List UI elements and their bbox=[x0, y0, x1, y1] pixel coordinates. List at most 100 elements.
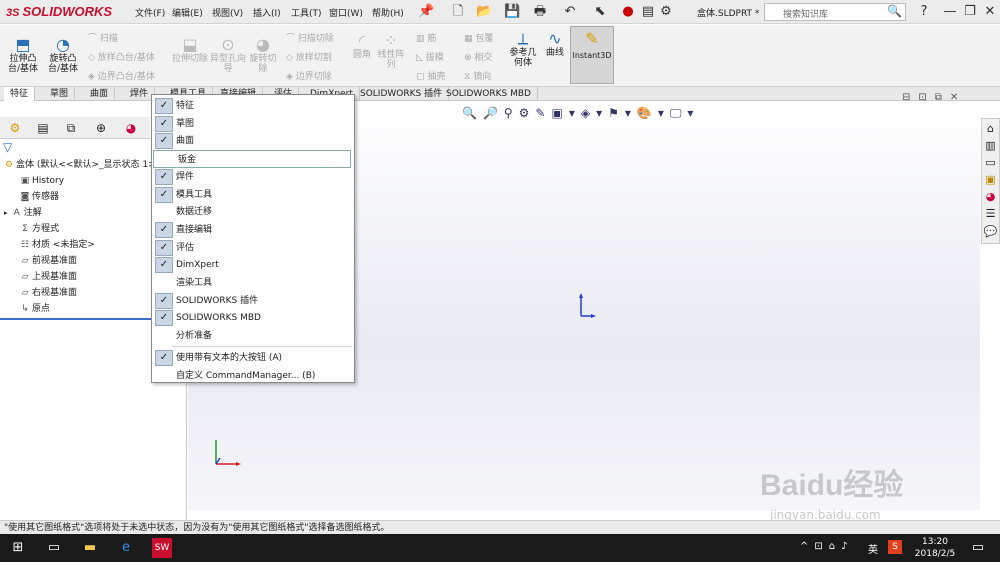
tree-item-sensors[interactable]: ◙ 传感器 bbox=[18, 189, 59, 205]
tab-features[interactable]: 特征 bbox=[4, 87, 36, 101]
menu-item-weldments[interactable]: ✓ 焊件 bbox=[152, 168, 354, 186]
dimxpert-manager-icon[interactable]: ⊕ bbox=[92, 119, 110, 137]
sweep-button[interactable]: ⌒ 扫描 bbox=[88, 31, 118, 44]
solidworks-logo[interactable]: 3S SOLIDWORKS bbox=[6, 4, 112, 19]
tree-item-origin[interactable]: ↳ 原点 bbox=[18, 301, 50, 317]
mirror-button[interactable]: ⧖ 镜向 bbox=[464, 69, 491, 82]
open-folder-icon[interactable]: 📂 bbox=[476, 4, 492, 20]
menu-help[interactable]: 帮助(H) bbox=[372, 6, 404, 19]
instant3d-button[interactable]: ✎ Instant3D bbox=[570, 26, 614, 84]
extrude-boss-button[interactable]: ⬒ 拉伸凸台/基体 bbox=[4, 36, 42, 75]
menu-item-evaluate[interactable]: ✓ 评估 bbox=[152, 239, 354, 257]
menu-item-customize-commandmanager[interactable]: 自定义 CommandManager... (B) bbox=[152, 367, 354, 385]
menu-item-render-tools[interactable]: 渲染工具 bbox=[152, 274, 354, 292]
select-cursor-icon[interactable]: ⬉ bbox=[592, 4, 608, 20]
fillet-button[interactable]: ◜ 圆角 bbox=[348, 32, 376, 61]
tab-sketch[interactable]: 草图 bbox=[44, 87, 76, 101]
menu-file[interactable]: 文件(F) bbox=[135, 6, 165, 19]
configuration-manager-icon[interactable]: ⧉ bbox=[62, 119, 80, 137]
boundary-button[interactable]: ◈ 边界凸台/基体 bbox=[88, 69, 155, 82]
display-manager-icon[interactable]: ◕ bbox=[122, 119, 140, 137]
forum-icon[interactable]: 💬 bbox=[983, 224, 998, 239]
restore-icon[interactable]: ❐ bbox=[962, 4, 978, 20]
loft-button[interactable]: ◇ 放样凸台/基体 bbox=[88, 50, 155, 63]
solidworks-taskbar-icon[interactable]: SW bbox=[152, 538, 172, 558]
appearances-icon[interactable]: ◕ bbox=[983, 189, 998, 204]
new-document-icon[interactable]: 🗋 bbox=[450, 4, 466, 20]
draft-button[interactable]: ◺ 拔模 bbox=[416, 50, 444, 63]
menu-item-data-migration[interactable]: 数据迁移 bbox=[152, 203, 354, 221]
menu-item-analysis-preparation[interactable]: 分析准备 bbox=[152, 327, 354, 345]
tree-item-history[interactable]: ▣ History bbox=[18, 173, 64, 189]
menu-item-sketch[interactable]: ✓ 草图 bbox=[152, 115, 354, 133]
print-icon[interactable]: 🖶 bbox=[532, 4, 548, 20]
hole-wizard-button[interactable]: ⊙ 异型孔向导 bbox=[210, 36, 246, 75]
pin-icon[interactable]: 📌 bbox=[418, 4, 434, 20]
file-explorer-icon[interactable]: ▭ bbox=[983, 155, 998, 170]
menu-item-surfaces[interactable]: ✓ 曲面 bbox=[152, 132, 354, 150]
extrude-cut-button[interactable]: ⬓ 拉伸切除 bbox=[172, 36, 208, 65]
tree-item-top-plane[interactable]: ▱ 上视基准面 bbox=[18, 269, 77, 285]
custom-properties-icon[interactable]: ☰ bbox=[983, 206, 998, 221]
curves-button[interactable]: ∿ 曲线 bbox=[542, 30, 568, 59]
minimize-icon[interactable]: — bbox=[942, 4, 958, 20]
help-icon[interactable]: ? bbox=[916, 4, 932, 20]
undo-icon[interactable]: ↶ bbox=[562, 4, 578, 20]
tree-item-material[interactable]: ☷ 材质 <未指定> bbox=[18, 237, 95, 253]
shell-button[interactable]: ▢ 抽壳 bbox=[416, 69, 445, 82]
file-properties-icon[interactable]: ▤ bbox=[640, 4, 656, 20]
menu-window[interactable]: 窗口(W) bbox=[329, 6, 363, 19]
options-gear-icon[interactable]: ⚙ bbox=[658, 4, 674, 20]
revolve-boss-button[interactable]: ◔ 旋转凸台/基体 bbox=[44, 36, 82, 75]
menu-view[interactable]: 视图(V) bbox=[212, 6, 243, 19]
tree-item-equations[interactable]: Σ 方程式 bbox=[18, 221, 59, 237]
loft-cut-button[interactable]: ◇ 放样切割 bbox=[286, 50, 332, 63]
wrap-button[interactable]: ▦ 包覆 bbox=[464, 31, 493, 44]
system-tray-icons[interactable]: ^⊡⌂♪ bbox=[800, 541, 854, 552]
menu-tools[interactable]: 工具(T) bbox=[291, 6, 322, 19]
menu-item-features[interactable]: ✓ 特征 bbox=[152, 97, 354, 115]
heads-up-view-toolbar[interactable]: 🔍🔎⚲⚙✎▣▾◈▾⚑▾🎨▾🖵▾ bbox=[462, 106, 699, 121]
ime-indicator[interactable]: 英 bbox=[868, 541, 878, 556]
intersect-button[interactable]: ⊗ 相交 bbox=[464, 50, 492, 63]
input-method-icon[interactable]: S bbox=[888, 540, 902, 554]
menu-edit[interactable]: 编辑(E) bbox=[172, 6, 203, 19]
search-input[interactable]: 搜索知识库 🔍 bbox=[764, 3, 906, 21]
notifications-icon[interactable]: ▭ bbox=[968, 538, 988, 558]
view-palette-icon[interactable]: ▣ bbox=[983, 172, 998, 187]
save-icon[interactable]: 💾 bbox=[504, 4, 520, 20]
tree-item-front-plane[interactable]: ▱ 前视基准面 bbox=[18, 253, 77, 269]
edge-browser-icon[interactable]: e bbox=[116, 538, 136, 558]
rollback-bar[interactable] bbox=[0, 318, 152, 320]
tree-root-part[interactable]: ⚙ 盒体 (默认<<默认>_显示状态 1>) bbox=[2, 157, 159, 173]
tab-solidworks-addins[interactable]: SOLIDWORKS 插件 bbox=[354, 87, 450, 101]
file-explorer-taskbar-icon[interactable]: ▬ bbox=[80, 538, 100, 558]
menu-item-solidworks-addins[interactable]: ✓ SOLIDWORKS 插件 bbox=[152, 292, 354, 310]
design-library-icon[interactable]: ▥ bbox=[983, 138, 998, 153]
tab-solidworks-mbd[interactable]: SOLIDWORKS MBD bbox=[440, 87, 538, 101]
menu-item-mold-tools[interactable]: ✓ 模具工具 bbox=[152, 186, 354, 204]
traffic-light-icon[interactable]: ● bbox=[620, 4, 636, 20]
menu-item-large-buttons[interactable]: ✓ 使用带有文本的大按钮 (A) bbox=[152, 349, 354, 367]
menu-item-sheet-metal[interactable]: 钣金 bbox=[153, 150, 351, 169]
linear-pattern-button[interactable]: ⁘ 线性阵列 bbox=[376, 32, 406, 71]
taskbar-clock[interactable]: 13:20 2018/2/5 bbox=[910, 536, 960, 560]
solidworks-resources-icon[interactable]: ⌂ bbox=[983, 121, 998, 136]
menu-item-direct-editing[interactable]: ✓ 直接编辑 bbox=[152, 221, 354, 239]
menu-item-dimxpert[interactable]: ✓ DimXpert bbox=[152, 256, 354, 274]
feature-manager-icon[interactable]: ⚙ bbox=[6, 119, 24, 137]
windows-start-icon[interactable]: ⊞ bbox=[8, 538, 28, 558]
filter-icon[interactable]: ▽ bbox=[3, 140, 12, 154]
tree-item-annotations[interactable]: ▸ A 注解 bbox=[4, 205, 42, 221]
menu-insert[interactable]: 插入(I) bbox=[253, 6, 281, 19]
tab-surfaces[interactable]: 曲面 bbox=[84, 87, 116, 101]
revolve-cut-button[interactable]: ◕ 旋转切除 bbox=[246, 36, 280, 75]
sweep-cut-button[interactable]: ⌒ 扫描切除 bbox=[286, 31, 334, 44]
property-manager-icon[interactable]: ▤ bbox=[34, 119, 52, 137]
menu-item-solidworks-mbd[interactable]: ✓ SOLIDWORKS MBD bbox=[152, 309, 354, 327]
tree-item-right-plane[interactable]: ▱ 右视基准面 bbox=[18, 285, 77, 301]
search-icon[interactable]: 🔍 bbox=[887, 4, 902, 18]
close-icon[interactable]: ✕ bbox=[982, 4, 998, 20]
reference-geometry-button[interactable]: ⟂ 参考几何体 bbox=[508, 30, 538, 69]
viewport-window-controls[interactable]: ⊟⊡⧉✕ bbox=[902, 92, 966, 103]
